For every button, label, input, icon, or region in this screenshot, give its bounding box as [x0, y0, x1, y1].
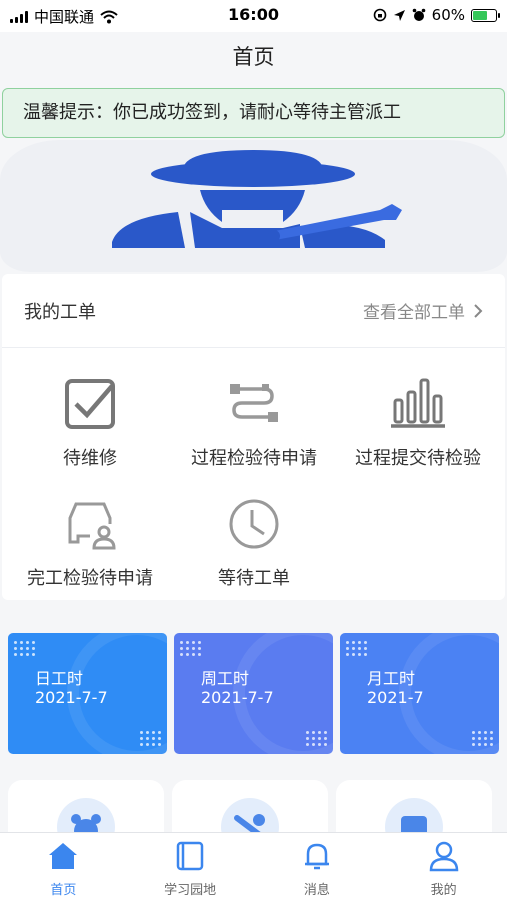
dots-decoration	[306, 731, 327, 746]
dots-decoration	[180, 641, 201, 656]
sign-in-notice: 温馨提示：你已成功签到，请耐心等待主管派工	[2, 88, 505, 138]
feature-tiles	[0, 780, 507, 856]
monthly-hours-card[interactable]: 月工时 2021-7	[340, 633, 499, 754]
user-icon	[429, 841, 458, 872]
status-right: 60%	[373, 6, 500, 24]
stat-label: 周工时	[201, 669, 250, 688]
clock-icon	[229, 499, 279, 549]
view-all-orders-link[interactable]: 查看全部工单	[363, 298, 483, 323]
home-icon	[49, 843, 78, 869]
grid-item-process-submit[interactable]: 过程提交待检验	[338, 374, 498, 470]
view-all-label: 查看全部工单	[363, 303, 465, 323]
weekly-hours-card[interactable]: 周工时 2021-7-7	[174, 633, 333, 754]
work-order-card: 我的工单 查看全部工单 待维修 过程检验待申请 过程提交待检验 完工检验待申请 …	[2, 274, 505, 600]
grid-item-label: 待维修	[63, 448, 117, 469]
bell-icon	[304, 843, 329, 870]
tab-profile[interactable]: 我的	[380, 833, 507, 900]
work-order-header: 我的工单 查看全部工单	[2, 274, 505, 348]
feature-tile-vehicle[interactable]	[336, 780, 492, 856]
tab-label: 我的	[430, 883, 457, 898]
tab-bar: 首页 学习园地 消息 我的	[0, 832, 507, 900]
banner	[0, 140, 507, 272]
tab-home[interactable]: 首页	[0, 833, 127, 900]
tab-label: 消息	[303, 883, 330, 898]
grid-item-label: 完工检验待申请	[27, 568, 153, 589]
process-flow-icon	[230, 384, 278, 422]
grid-item-completion-apply[interactable]: 完工检验待申请	[10, 494, 170, 590]
grid-item-process-apply[interactable]: 过程检验待申请	[174, 374, 334, 470]
location-icon	[393, 9, 405, 21]
work-order-title: 我的工单	[24, 301, 96, 323]
bar-chart-icon	[391, 378, 445, 428]
tab-label: 首页	[50, 883, 77, 898]
lock-rotation-icon	[373, 8, 386, 22]
alarm-icon	[412, 8, 425, 21]
car-inspector-icon	[68, 502, 116, 550]
stat-label: 月工时	[367, 669, 416, 688]
tab-label: 学习园地	[164, 883, 217, 898]
checkbox-icon	[65, 379, 115, 429]
dots-decoration	[346, 641, 367, 656]
mechanic-illustration	[112, 150, 402, 248]
dots-decoration	[14, 641, 35, 656]
dots-decoration	[472, 731, 493, 746]
book-icon	[176, 841, 204, 871]
grid-item-label: 过程提交待检验	[355, 448, 481, 469]
stat-date: 2021-7	[367, 688, 424, 707]
stat-date: 2021-7-7	[201, 688, 274, 707]
feature-tile-alarm[interactable]	[8, 780, 164, 856]
status-bar: 中国联通 16:00 60%	[0, 0, 507, 32]
grid-item-label: 过程检验待申请	[191, 448, 317, 469]
page-title: 首页	[0, 32, 507, 82]
daily-hours-card[interactable]: 日工时 2021-7-7	[8, 633, 167, 754]
chevron-right-icon	[474, 303, 483, 318]
stat-date: 2021-7-7	[35, 688, 108, 707]
grid-item-label: 等待工单	[218, 568, 290, 589]
grid-item-waiting-orders[interactable]: 等待工单	[174, 494, 334, 590]
battery-icon	[471, 8, 500, 22]
feature-tile-repair[interactable]	[172, 780, 328, 856]
stat-label: 日工时	[35, 669, 84, 688]
tab-messages[interactable]: 消息	[254, 833, 381, 900]
battery-percent: 60%	[431, 6, 465, 24]
dots-decoration	[140, 731, 161, 746]
grid-item-pending-repair[interactable]: 待维修	[10, 374, 170, 470]
tab-learning[interactable]: 学习园地	[127, 833, 254, 900]
